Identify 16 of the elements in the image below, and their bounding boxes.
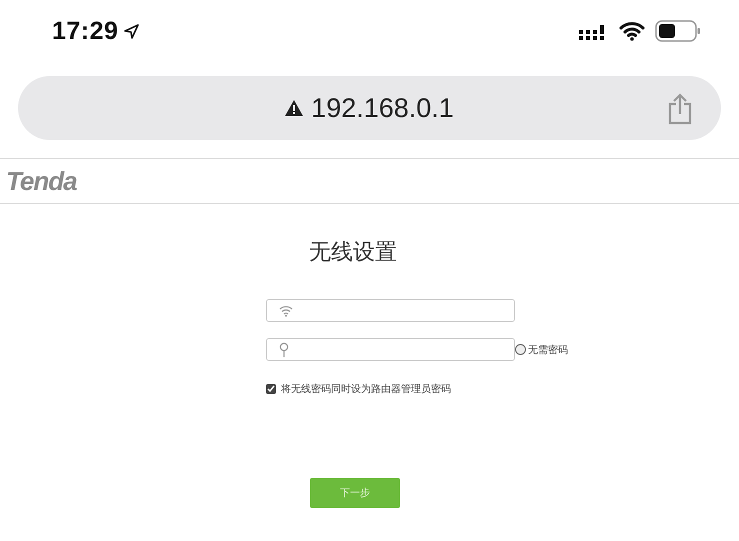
location-arrow-icon [124,24,140,38]
wifi-icon [279,304,293,316]
key-icon [279,342,289,358]
share-icon[interactable] [667,93,693,125]
battery-icon [655,20,701,42]
address-bar[interactable]: 192.168.0.1 [18,76,721,140]
wifi-icon [619,21,645,41]
page-title: 无线设置 [309,238,398,266]
no-password-option[interactable]: 无需密码 [515,342,568,356]
check-icon [267,385,275,393]
password-field[interactable] [266,338,515,361]
admin-password-checkbox[interactable]: 将无线密码同时设为路由器管理员密码 [266,382,451,396]
logo: Tenda [6,166,77,196]
network-name-field[interactable] [266,299,515,322]
clock-time: 17:29 [52,16,118,46]
url-text: 192.168.0.1 [311,92,454,124]
